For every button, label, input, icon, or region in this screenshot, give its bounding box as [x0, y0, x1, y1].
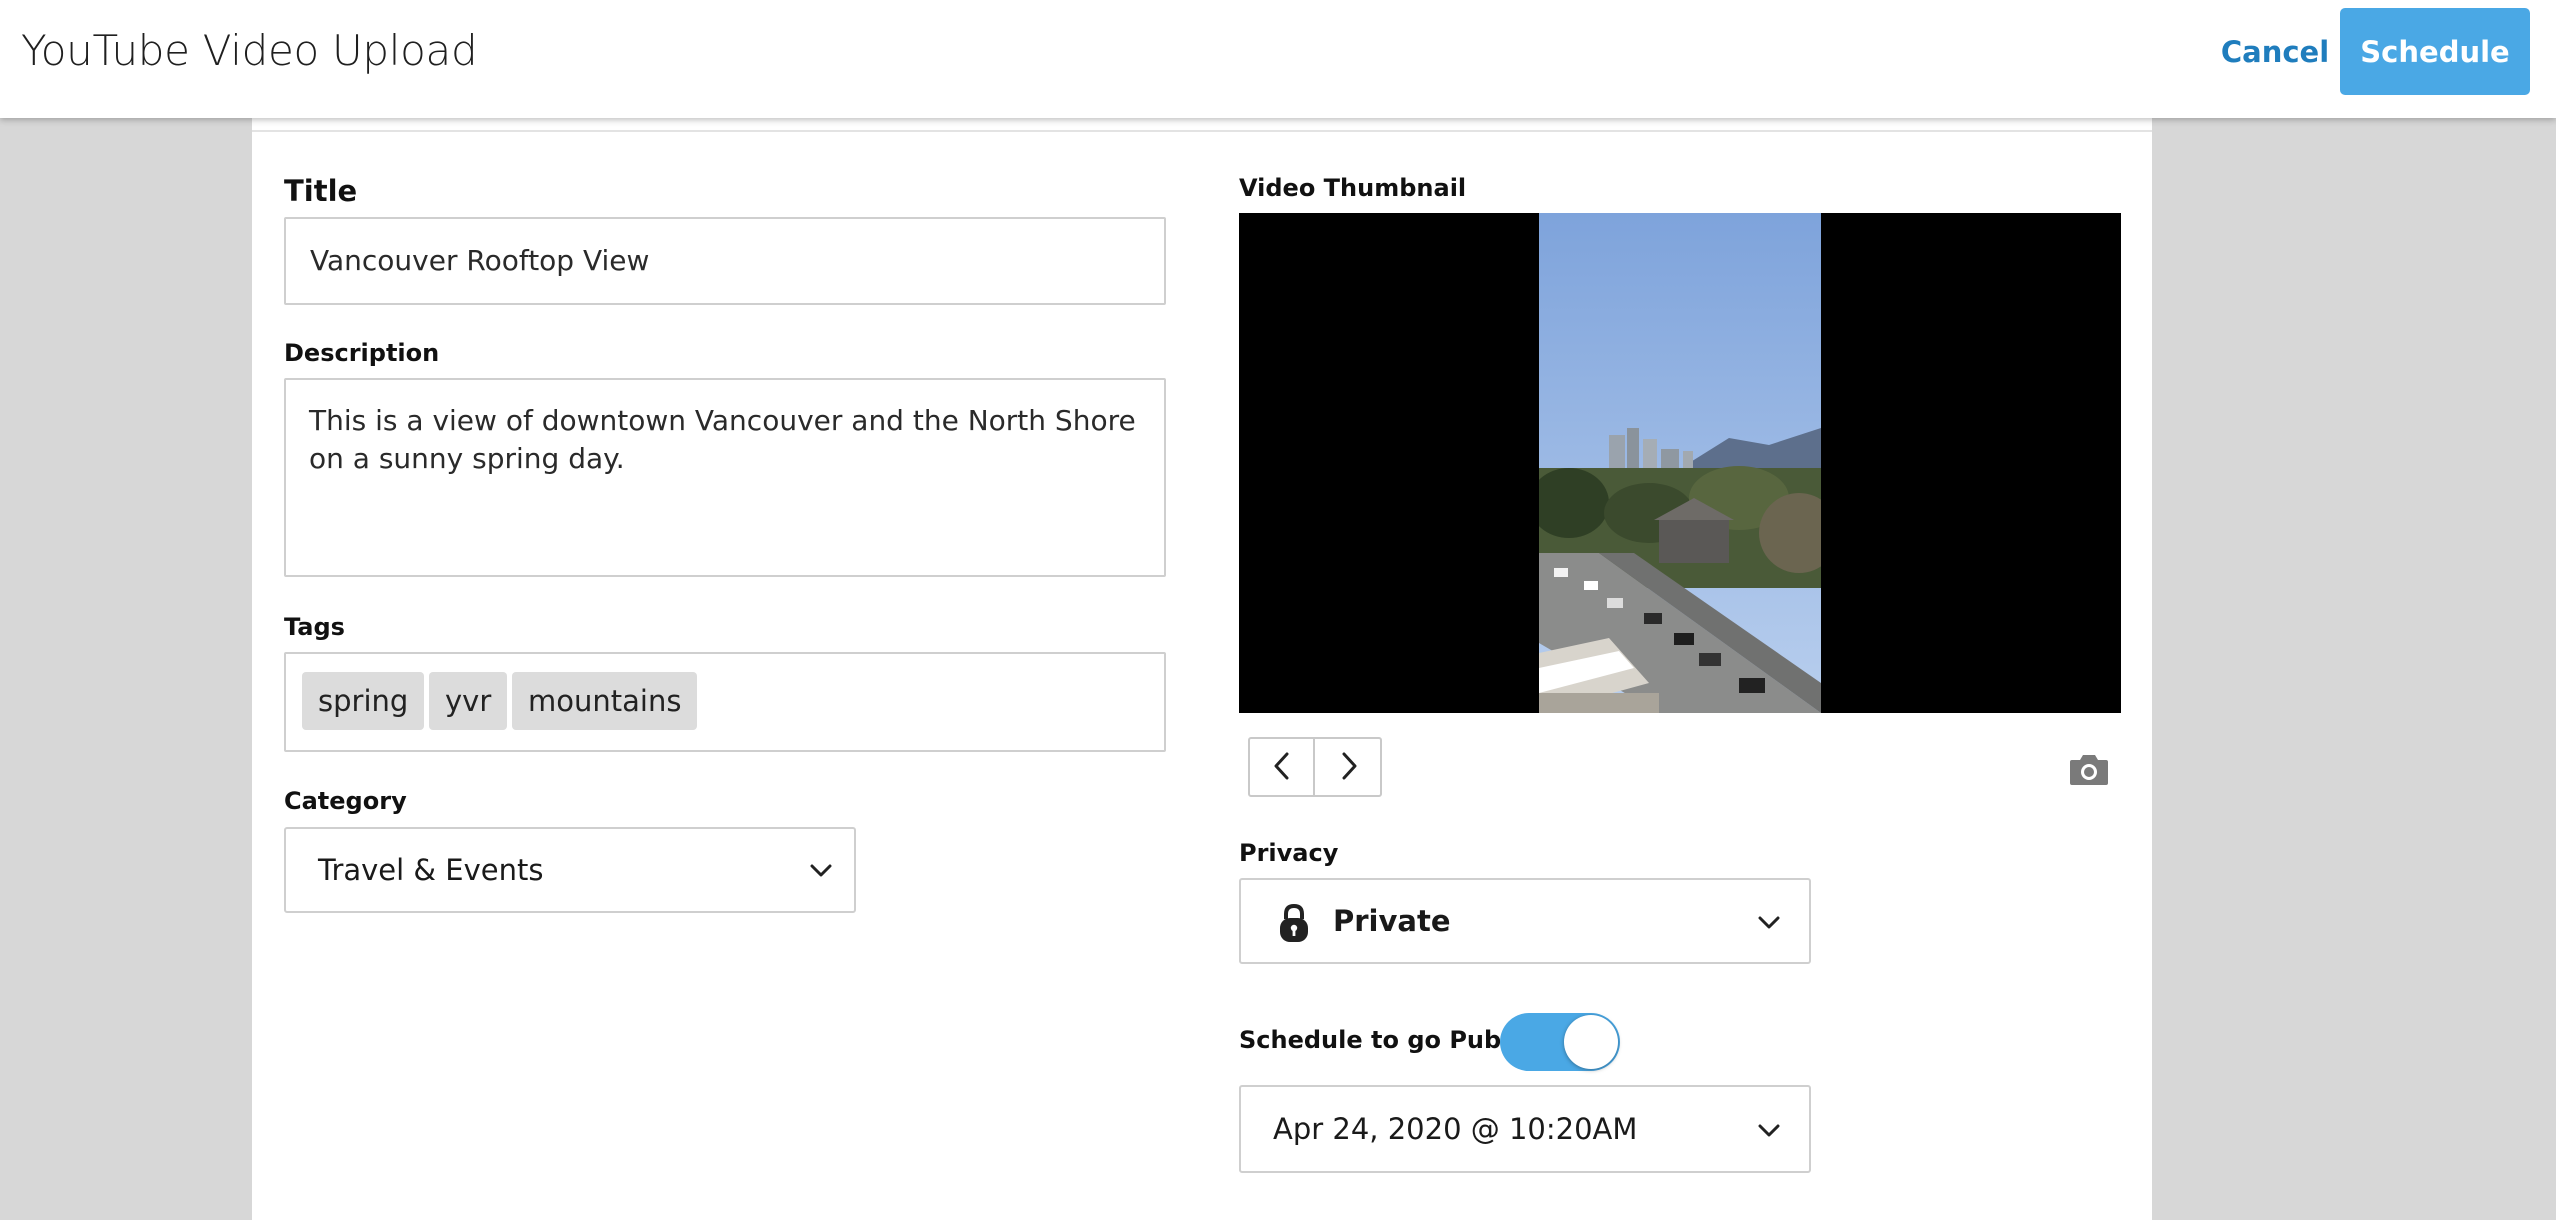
privacy-label: Privacy: [1239, 839, 1339, 867]
thumbnail-image: [1539, 213, 1821, 713]
schedule-button[interactable]: Schedule: [2340, 8, 2530, 95]
tags-input[interactable]: spring yvr mountains: [284, 652, 1166, 752]
tag-chip[interactable]: spring: [302, 672, 425, 730]
category-value: Travel & Events: [318, 853, 544, 887]
description-label: Description: [284, 339, 440, 367]
schedule-public-toggle[interactable]: [1500, 1013, 1620, 1071]
category-label: Category: [284, 787, 407, 815]
schedule-datetime-select[interactable]: Apr 24, 2020 @ 10:20AM: [1239, 1085, 1811, 1173]
cancel-button[interactable]: Cancel: [2200, 26, 2350, 78]
app-title: YouTube Video Upload: [21, 26, 478, 75]
thumbnail-label: Video Thumbnail: [1239, 174, 1467, 202]
next-thumbnail-button[interactable]: [1316, 739, 1381, 795]
privacy-select[interactable]: Private: [1239, 878, 1811, 964]
thumbnail-nav: [1248, 737, 1382, 797]
previous-thumbnail-button[interactable]: [1250, 739, 1315, 795]
title-input[interactable]: Vancouver Rooftop View: [284, 217, 1166, 305]
lock-icon: [1280, 903, 1308, 942]
top-bar: YouTube Video Upload Cancel Schedule: [0, 0, 2556, 118]
panel-divider: [252, 130, 2152, 132]
description-textarea[interactable]: This is a view of downtown Vancouver and…: [284, 378, 1166, 577]
category-select[interactable]: Travel & Events: [284, 827, 856, 913]
camera-icon[interactable]: [2068, 752, 2110, 786]
chevron-down-icon: [1758, 1124, 1780, 1137]
chevron-left-icon: [1274, 752, 1288, 779]
schedule-public-label: Schedule to go Public: [1239, 1026, 1532, 1054]
tag-chip[interactable]: mountains: [512, 672, 698, 730]
schedule-datetime-value: Apr 24, 2020 @ 10:20AM: [1273, 1112, 1638, 1146]
video-thumbnail: [1239, 213, 2121, 713]
chevron-right-icon: [1342, 752, 1356, 779]
title-label: Title: [284, 174, 358, 208]
privacy-value: Private: [1333, 904, 1451, 938]
chevron-down-icon: [1758, 916, 1780, 929]
tags-label: Tags: [284, 613, 345, 641]
tag-chip[interactable]: yvr: [429, 672, 508, 730]
chevron-down-icon: [810, 864, 832, 877]
toggle-knob: [1564, 1015, 1618, 1069]
